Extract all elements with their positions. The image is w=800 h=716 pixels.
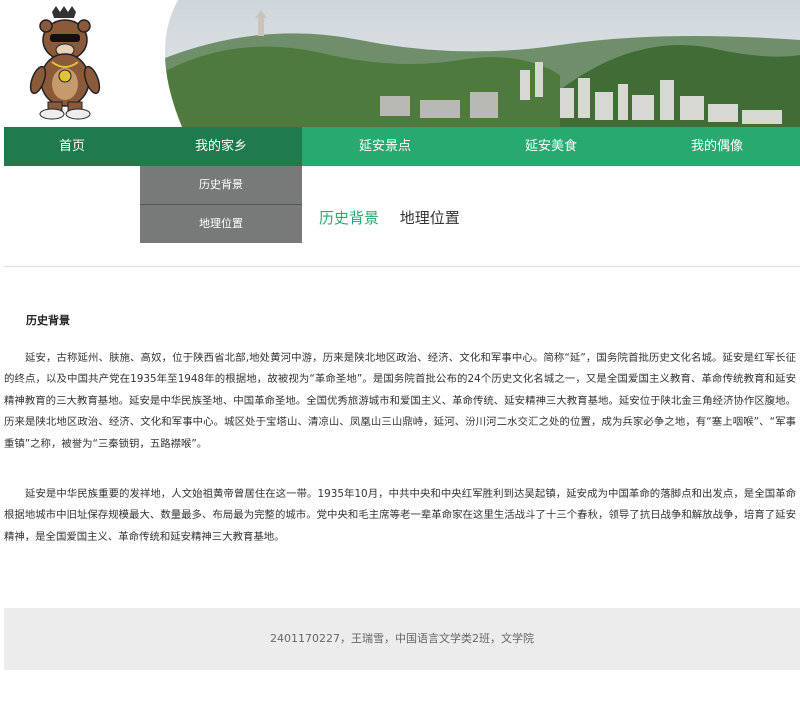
content-tabs: 历史背景 地理位置 — [319, 207, 476, 228]
header-banner — [0, 0, 800, 127]
nav-item-food[interactable]: 延安美食 — [468, 127, 634, 166]
footer: 2401170227，王瑞雪，中国语言文学类2班，文学院 — [4, 608, 800, 670]
tab-geography[interactable]: 地理位置 — [400, 207, 460, 228]
nav-item-hometown[interactable]: 我的家乡 — [140, 127, 302, 166]
paragraph-2: 延安是中华民族重要的发祥地，人文始祖黄帝曾居住在这一带。1935年10月，中共中… — [4, 488, 796, 543]
main-nav: 首页 我的家乡 延安景点 延安美食 我的偶像 — [4, 127, 800, 166]
section-title: 历史背景 — [26, 314, 70, 327]
nav-item-idol[interactable]: 我的偶像 — [634, 127, 800, 166]
nav-item-scenic-spots[interactable]: 延安景点 — [302, 127, 468, 166]
divider — [4, 266, 800, 267]
banner-landscape-image — [0, 0, 800, 127]
paragraph-1: 延安，古称延州、肤施、高奴，位于陕西省北部,地处黄河中游，历来是陕北地区政治、经… — [4, 352, 796, 450]
bear-mascot-icon — [29, 6, 101, 120]
dropdown-item-geography[interactable]: 地理位置 — [140, 204, 302, 243]
nav-item-home[interactable]: 首页 — [4, 127, 140, 166]
tab-history[interactable]: 历史背景 — [319, 207, 379, 228]
hometown-dropdown-menu: 历史背景 地理位置 — [140, 166, 302, 243]
dropdown-item-history[interactable]: 历史背景 — [140, 166, 302, 204]
footer-text: 2401170227，王瑞雪，中国语言文学类2班，文学院 — [270, 632, 534, 645]
